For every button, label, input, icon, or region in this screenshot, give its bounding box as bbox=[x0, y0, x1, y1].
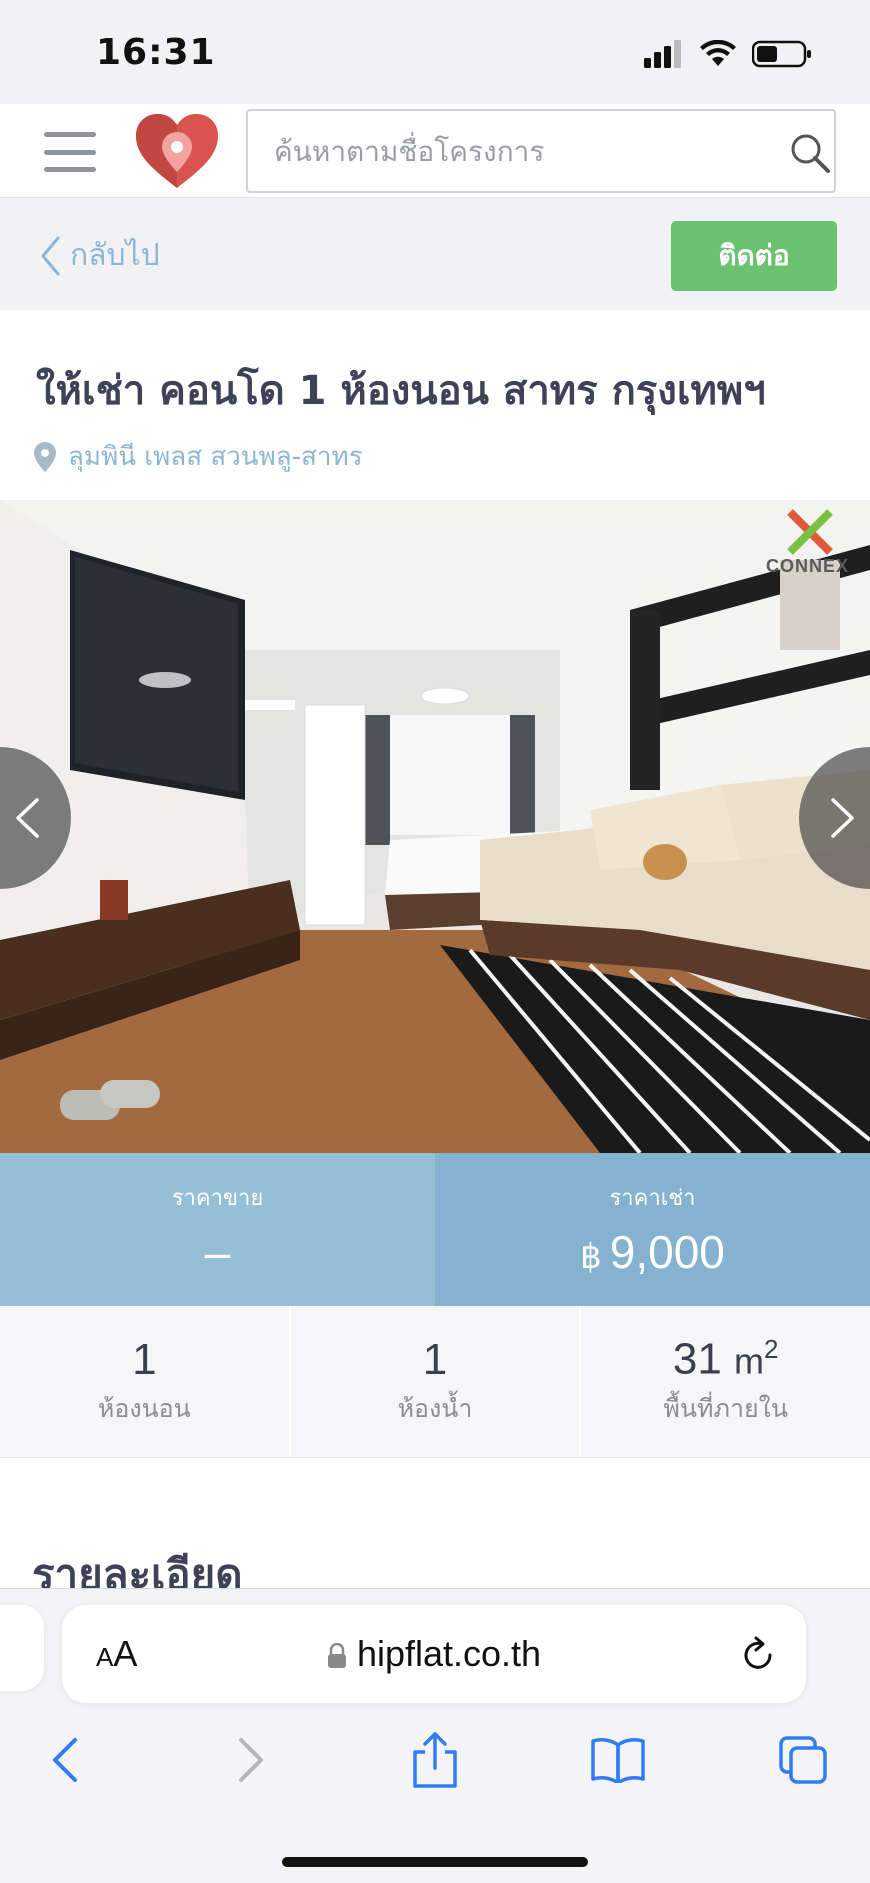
reload-icon[interactable] bbox=[740, 1635, 776, 1675]
connex-watermark-text: CONNEX bbox=[766, 556, 850, 576]
url-display[interactable]: hipflat.co.th bbox=[62, 1633, 806, 1675]
book-icon bbox=[591, 1738, 645, 1783]
chevron-left-icon bbox=[16, 798, 39, 838]
cellular-signal-icon bbox=[644, 40, 681, 68]
spec-label: พื้นที่ภายใน bbox=[663, 1393, 788, 1423]
search-input[interactable] bbox=[274, 111, 754, 191]
status-time: 16:31 bbox=[96, 32, 216, 73]
bookmarks-button[interactable] bbox=[583, 1725, 653, 1795]
url-text: hipflat.co.th bbox=[356, 1633, 542, 1674]
app-header bbox=[0, 104, 870, 198]
spec-value: 1 bbox=[422, 1334, 448, 1384]
back-link[interactable]: กลับไป bbox=[40, 232, 160, 279]
search-box bbox=[246, 109, 836, 193]
spec-bathrooms: 1 ห้องน้ำ bbox=[291, 1306, 582, 1457]
chevron-right-icon bbox=[239, 1738, 263, 1782]
back-label: กลับไป bbox=[70, 238, 160, 273]
sale-price: ราคาขาย – bbox=[0, 1153, 435, 1306]
forward-button[interactable] bbox=[216, 1725, 286, 1795]
spec-area: 31 m2 พื้นที่ภายใน bbox=[581, 1306, 870, 1457]
search-icon[interactable] bbox=[788, 131, 832, 175]
price-bar: ราคาขาย – ราคาเช่า ฿ 9,000 bbox=[0, 1153, 870, 1306]
spec-label: ห้องน้ำ bbox=[397, 1393, 473, 1423]
specs-row: 1 ห้องนอน 1 ห้องน้ำ 31 m2 พื้นที่ภายใน bbox=[0, 1306, 870, 1458]
room-photo bbox=[0, 500, 870, 1153]
tabs-button[interactable] bbox=[768, 1725, 838, 1795]
chevron-left-icon bbox=[41, 236, 60, 275]
spec-value: 31 m2 bbox=[672, 1334, 779, 1384]
rent-price-label: ราคาเช่า bbox=[609, 1186, 696, 1211]
sub-header: กลับไป ติดต่อ bbox=[0, 198, 870, 310]
location-link[interactable]: ลุมพินี เพลส สวนพลู-สาทร bbox=[34, 436, 363, 477]
spec-value: 1 bbox=[132, 1334, 157, 1384]
status-bar: 16:31 bbox=[0, 0, 870, 104]
chevron-right-icon bbox=[831, 798, 854, 838]
hipflat-logo[interactable] bbox=[134, 112, 220, 192]
browser-bottom-bar: AA hipflat.co.th bbox=[0, 1588, 870, 1883]
tabs-icon bbox=[779, 1736, 827, 1784]
rent-price: ราคาเช่า ฿ 9,000 bbox=[435, 1153, 870, 1306]
connex-logo-icon bbox=[787, 509, 833, 555]
details-section: รายละเอียด bbox=[0, 1458, 870, 1599]
listing-title: ให้เช่า คอนโด 1 ห้องนอน สาทร กรุงเทพฯ bbox=[36, 368, 766, 414]
share-icon bbox=[413, 1732, 457, 1788]
back-button[interactable] bbox=[30, 1725, 100, 1795]
spec-bedrooms: 1 ห้องนอน bbox=[0, 1306, 291, 1457]
share-button[interactable] bbox=[400, 1725, 470, 1795]
browser-toolbar bbox=[0, 1725, 870, 1805]
currency-symbol: ฿ bbox=[580, 1238, 602, 1276]
chevron-left-icon bbox=[53, 1738, 77, 1782]
address-bar[interactable]: AA hipflat.co.th bbox=[62, 1605, 806, 1703]
lock-icon bbox=[327, 1643, 346, 1669]
contact-button[interactable]: ติดต่อ bbox=[671, 221, 837, 291]
map-pin-icon bbox=[34, 441, 56, 472]
rent-amount: 9,000 bbox=[609, 1226, 725, 1278]
spec-label: ห้องนอน bbox=[97, 1393, 191, 1423]
sale-price-label: ราคาขาย bbox=[171, 1186, 264, 1211]
menu-icon[interactable] bbox=[44, 132, 96, 172]
location-label: ลุมพินี เพลส สวนพลู-สาทร bbox=[68, 442, 363, 472]
previous-tab-preview[interactable] bbox=[0, 1605, 44, 1691]
listing-title-section: ให้เช่า คอนโด 1 ห้องนอน สาทร กรุงเทพฯ ลุ… bbox=[0, 310, 870, 500]
listing-photo[interactable]: CONNEX bbox=[0, 500, 870, 1153]
battery-icon bbox=[752, 40, 811, 68]
connex-watermark: CONNEX bbox=[760, 506, 860, 586]
home-indicator bbox=[282, 1857, 588, 1867]
wifi-icon bbox=[700, 40, 736, 66]
sale-price-value: – bbox=[204, 1226, 231, 1278]
rent-price-value: ฿ 9,000 bbox=[580, 1225, 725, 1279]
status-icons bbox=[644, 40, 812, 68]
